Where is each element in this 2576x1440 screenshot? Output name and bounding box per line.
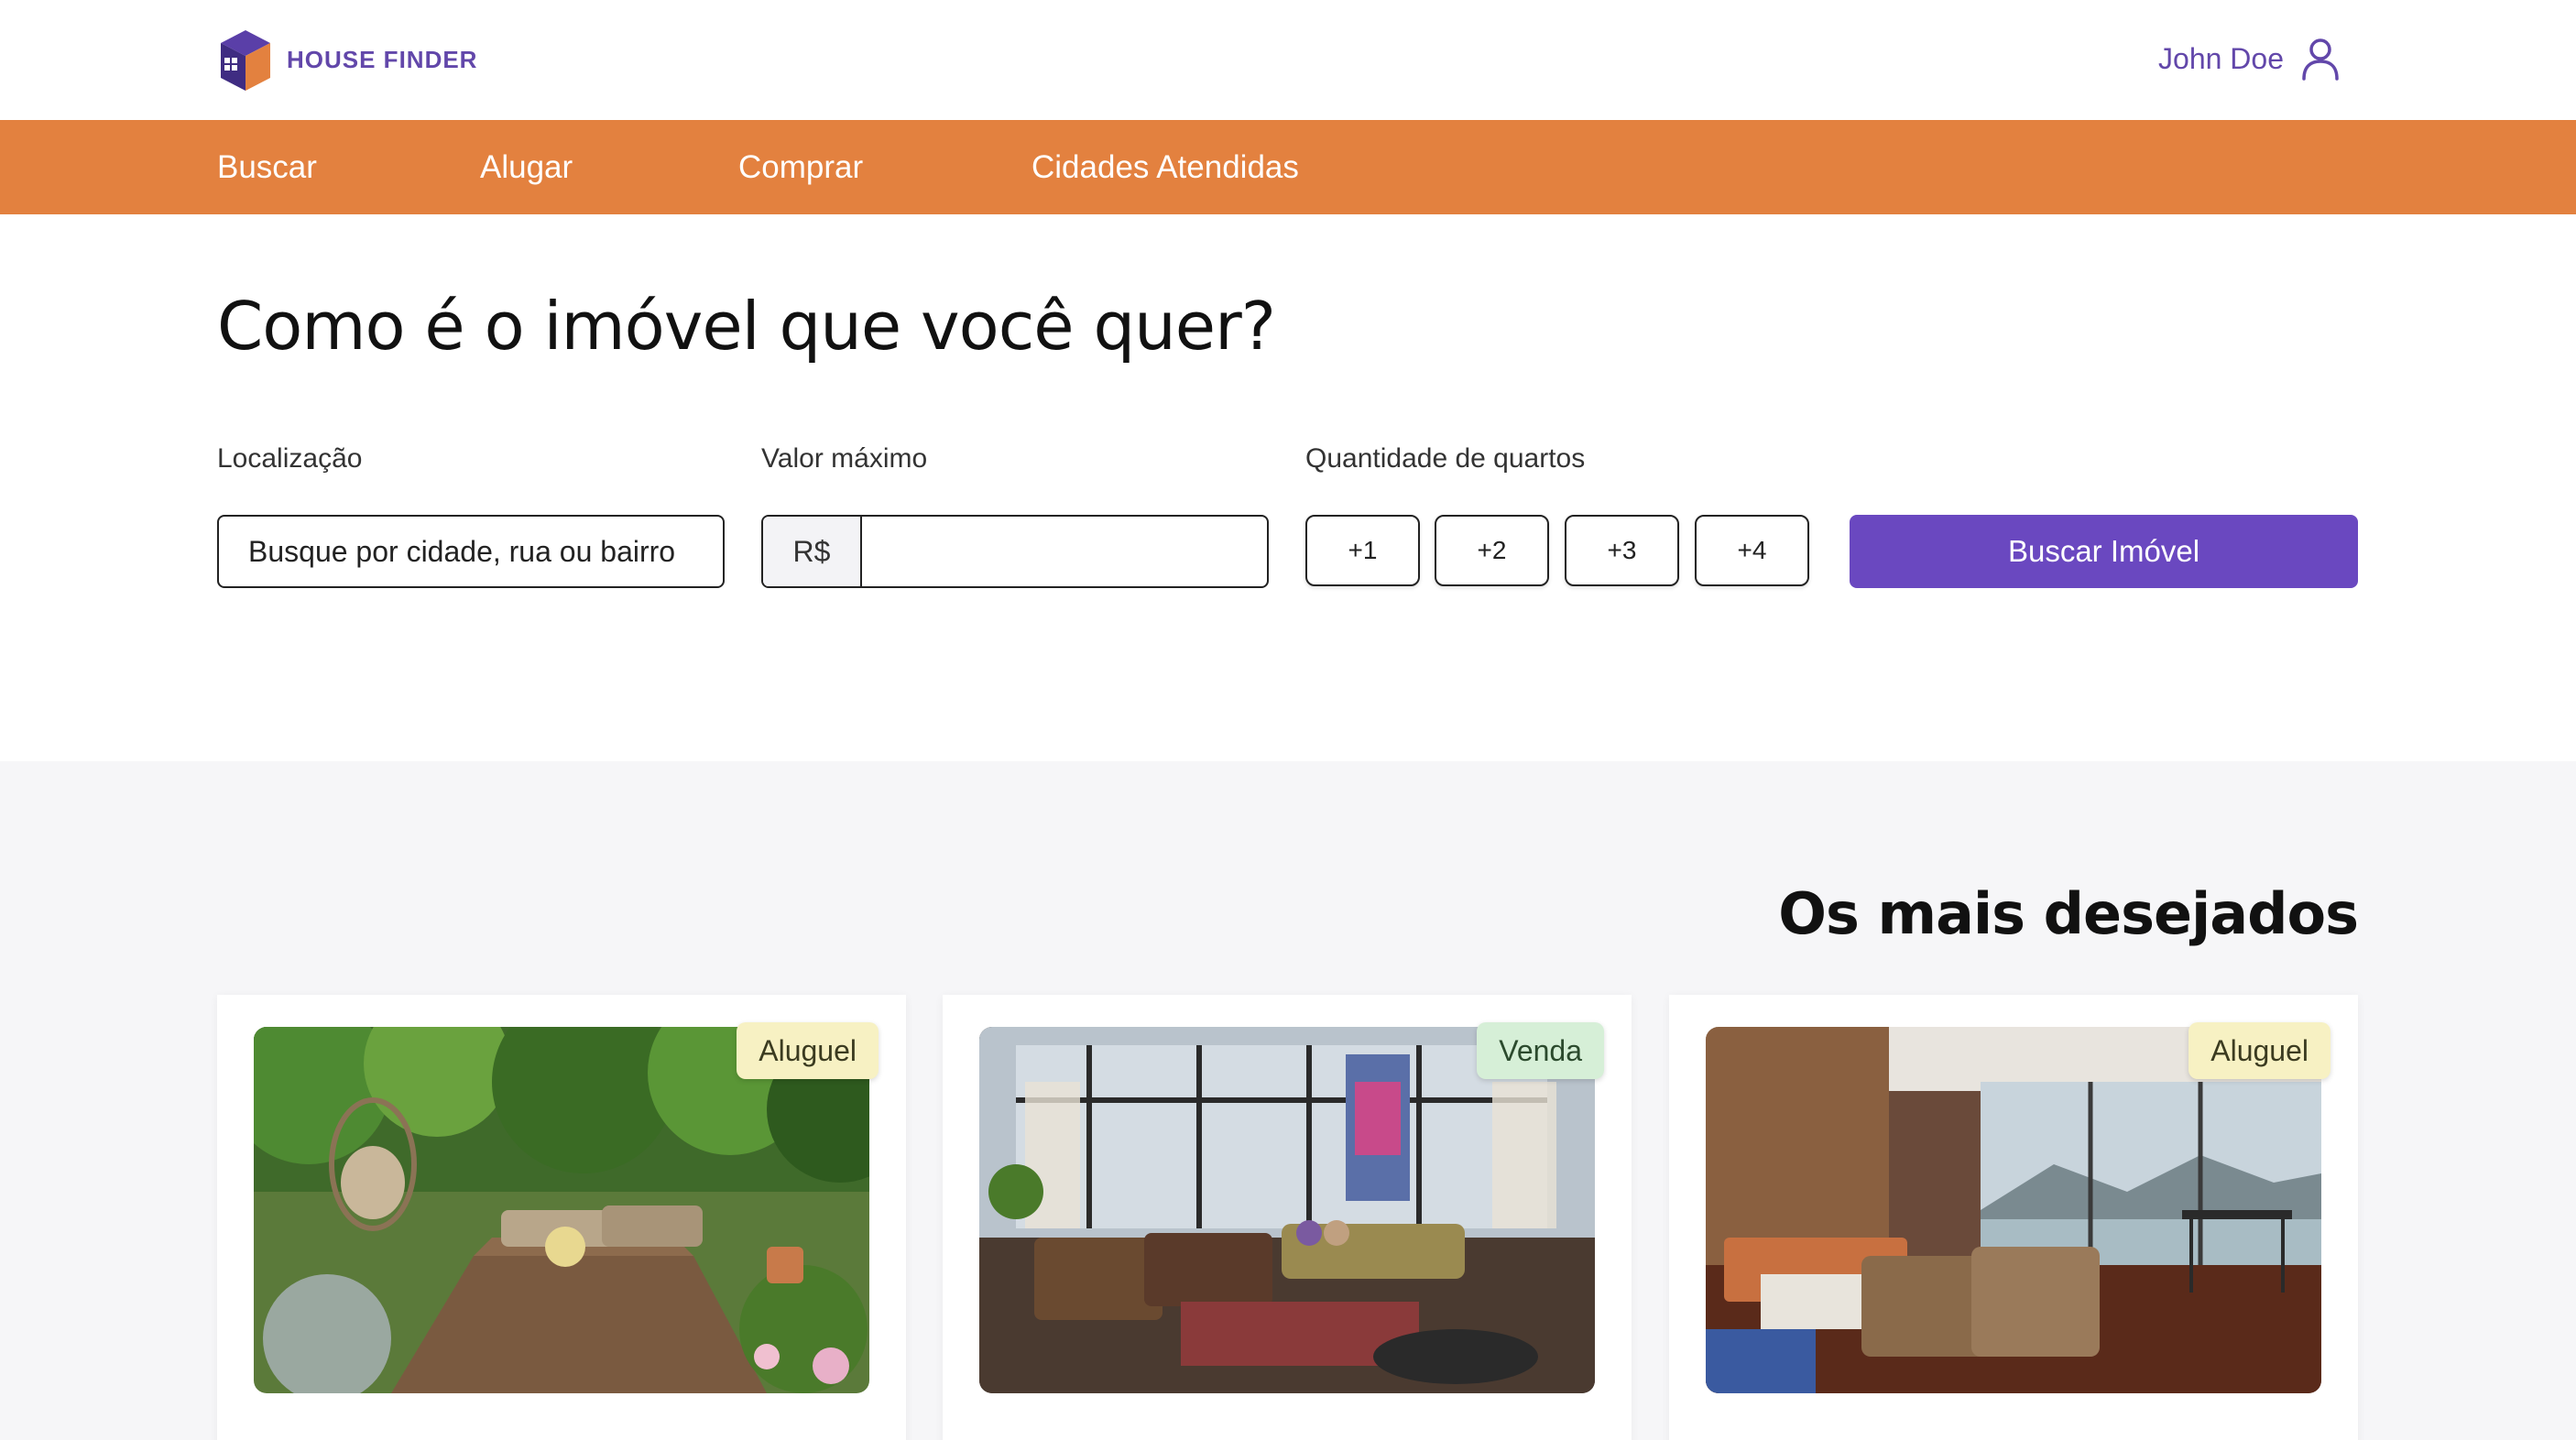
user-icon: [2302, 38, 2339, 81]
nav-item-cidades-atendidas[interactable]: Cidades Atendidas: [1031, 149, 1299, 186]
house-cube-icon: [221, 30, 270, 91]
location-label: Localização: [217, 443, 363, 474]
main-nav: Buscar Alugar Comprar Cidades Atendidas: [0, 120, 2576, 214]
user-name: John Doe: [2158, 41, 2284, 75]
rooms-option-3[interactable]: +3: [1565, 515, 1679, 586]
property-card[interactable]: Aluguel: [217, 995, 906, 1440]
search-title: Como é o imóvel que você quer?: [217, 288, 1276, 365]
nav-item-buscar[interactable]: Buscar: [217, 149, 317, 186]
nav-item-alugar[interactable]: Alugar: [480, 149, 573, 186]
featured-title: Os mais desejados: [1778, 880, 2359, 947]
property-image: [979, 1027, 1595, 1393]
brand-logo[interactable]: HOUSE FINDER: [217, 25, 477, 94]
location-placeholder: Busque por cidade, rua ou bairro: [248, 534, 676, 568]
featured-section: Os mais desejados Aluguel Venda Aluguel: [0, 761, 2576, 1440]
status-badge: Venda: [1477, 1022, 1604, 1079]
location-input[interactable]: Busque por cidade, rua ou bairro: [217, 515, 725, 588]
rooms-option-1[interactable]: +1: [1305, 515, 1420, 586]
brand-name: HOUSE FINDER: [287, 45, 478, 73]
max-value-input-group: R$: [761, 515, 1269, 588]
max-value-input[interactable]: [862, 517, 1267, 586]
header: HOUSE FINDER John Doe: [0, 0, 2576, 119]
search-button[interactable]: Buscar Imóvel: [1850, 515, 2358, 588]
max-value-label: Valor máximo: [761, 443, 928, 474]
status-badge: Aluguel: [737, 1022, 879, 1079]
page: HOUSE FINDER John Doe Buscar Alugar Comp…: [0, 0, 2576, 1440]
nav-item-comprar[interactable]: Comprar: [738, 149, 863, 186]
status-badge: Aluguel: [2189, 1022, 2330, 1079]
currency-prefix: R$: [763, 517, 862, 586]
rooms-option-2[interactable]: +2: [1435, 515, 1549, 586]
user-menu[interactable]: John Doe: [2158, 31, 2341, 86]
rooms-label: Quantidade de quartos: [1305, 443, 1586, 474]
property-card[interactable]: Venda: [943, 995, 1632, 1440]
search-section: Como é o imóvel que você quer? Localizaç…: [0, 214, 2576, 761]
property-card[interactable]: Aluguel: [1669, 995, 2358, 1440]
property-image: [1706, 1027, 2321, 1393]
property-image: [254, 1027, 869, 1393]
rooms-option-4[interactable]: +4: [1695, 515, 1809, 586]
